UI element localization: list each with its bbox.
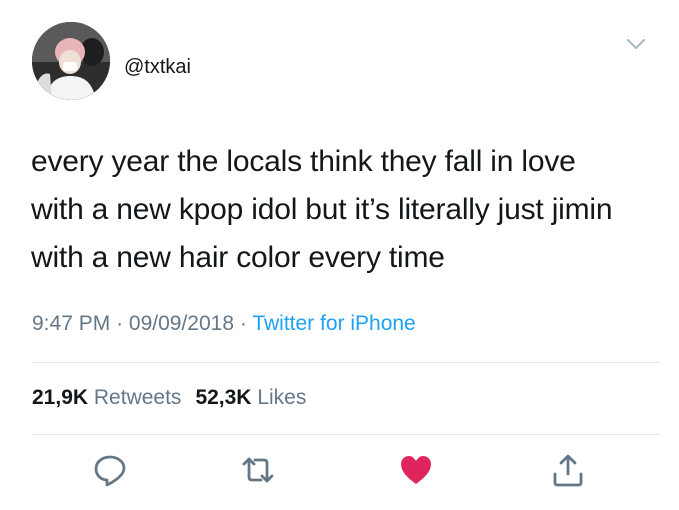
tweet-stats: 21,9K Retweets 52,3K Likes <box>32 386 306 410</box>
tweet-date[interactable]: 09/09/2018 <box>129 312 234 335</box>
likes-label: Likes <box>257 386 307 409</box>
retweet-icon[interactable] <box>240 452 276 488</box>
meta-separator: · <box>239 312 247 335</box>
tweet-text: every year the locals think they fall in… <box>31 138 661 282</box>
tweet-source-link[interactable]: Twitter for iPhone <box>252 312 415 335</box>
likes-stat[interactable]: 52,3K Likes <box>195 386 306 409</box>
share-icon[interactable] <box>550 452 586 488</box>
tweet-text-line: with a new kpop idol but it’s literally … <box>31 193 613 226</box>
retweets-stat[interactable]: 21,9K Retweets <box>32 386 181 409</box>
likes-count: 52,3K <box>195 386 252 409</box>
divider <box>32 434 660 435</box>
retweets-count: 21,9K <box>32 386 89 409</box>
chevron-down-icon[interactable] <box>624 32 648 56</box>
reply-icon[interactable] <box>92 452 128 488</box>
user-handle[interactable]: @txtkai <box>124 56 191 79</box>
tweet-time[interactable]: 9:47 PM <box>32 312 110 335</box>
tweet-text-line: every year the locals think they fall in… <box>31 145 576 178</box>
meta-separator: · <box>116 312 124 335</box>
tweet-meta: 9:47 PM · 09/09/2018 · Twitter for iPhon… <box>32 312 416 336</box>
heart-icon[interactable] <box>398 452 434 488</box>
retweets-label: Retweets <box>93 386 182 409</box>
tweet-card: @txtkai every year the locals think they… <box>0 0 679 510</box>
avatar-photo <box>32 22 110 100</box>
divider <box>32 362 660 363</box>
avatar[interactable] <box>32 22 110 100</box>
tweet-text-line: with a new hair color every time <box>31 241 445 274</box>
